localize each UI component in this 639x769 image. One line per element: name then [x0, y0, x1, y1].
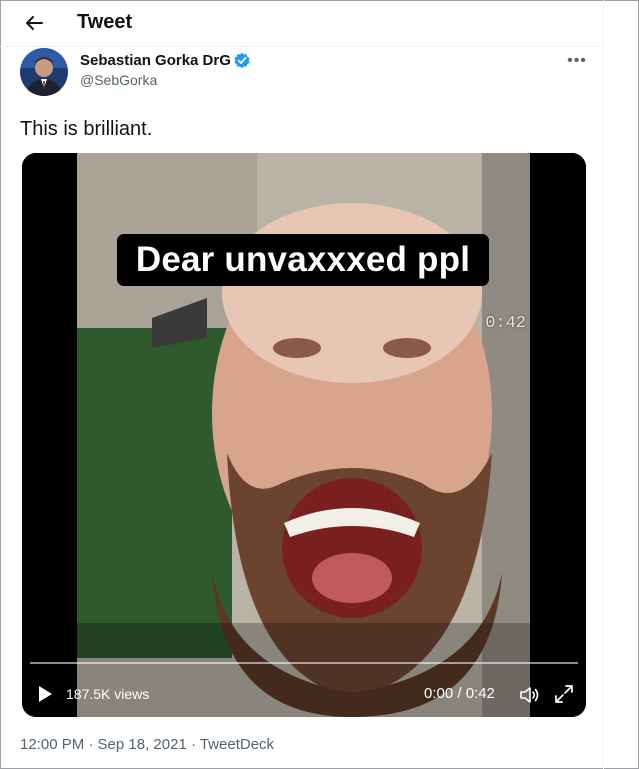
verified-badge-icon: [234, 52, 250, 69]
video-player[interactable]: 0:42 Dear unvaxxxed ppl: [22, 153, 586, 717]
tweet-date-time[interactable]: 12:00 PM · Sep 18, 2021: [20, 736, 187, 753]
fullscreen-icon[interactable]: [554, 684, 574, 704]
tweet-column: Tweet Sebastian Gorka DrG @SebGorka ••• …: [0, 0, 604, 769]
meta-separator: ·: [186, 736, 200, 753]
volume-icon[interactable]: [518, 684, 540, 706]
tweet-text: This is brilliant.: [20, 118, 153, 140]
author-name[interactable]: Sebastian Gorka DrG: [80, 51, 231, 71]
video-caption: Dear unvaxxxed ppl: [117, 234, 489, 286]
time-display: 0:00 / 0:42: [424, 685, 495, 702]
play-icon[interactable]: [36, 685, 54, 703]
arrow-left-icon[interactable]: [20, 9, 48, 37]
avatar[interactable]: [20, 48, 68, 96]
video-corner-timestamp: 0:42: [485, 314, 526, 333]
page-title: Tweet: [77, 11, 133, 33]
progress-bar[interactable]: [30, 662, 578, 664]
top-bar: Tweet: [0, 0, 603, 47]
more-icon[interactable]: •••: [563, 51, 591, 71]
author-handle[interactable]: @SebGorka: [80, 72, 157, 88]
view-count: 187.5K views: [66, 686, 150, 702]
tweet-client[interactable]: TweetDeck: [200, 736, 274, 753]
tweet-meta: 12:00 PM · Sep 18, 2021 · TweetDeck: [20, 735, 274, 755]
video-controls: 187.5K views 0:00 / 0:42: [22, 676, 586, 712]
